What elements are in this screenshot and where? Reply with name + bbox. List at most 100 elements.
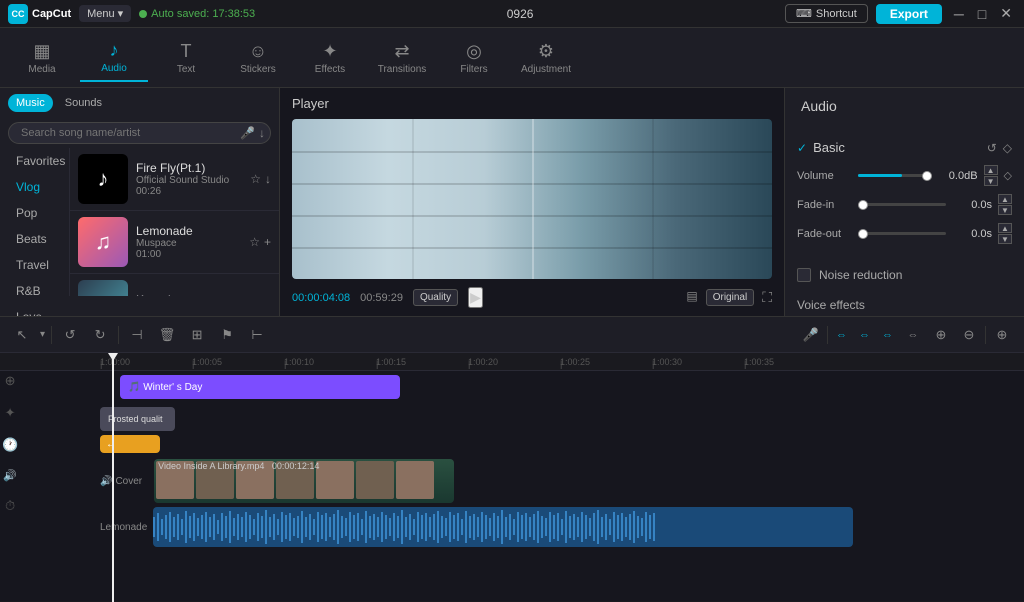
quality-button[interactable]: Quality: [413, 289, 458, 306]
list-item[interactable]: ♫ Lemonade Muspace 01:00 ☆ +: [70, 211, 279, 274]
tab-filters[interactable]: ◎ Filters: [440, 35, 508, 81]
song-thumbnail: ♫: [78, 217, 128, 267]
music-library-panel: Music Sounds 🎤 ↓ Favorites Vlog Pop Beat…: [0, 88, 280, 316]
list-item[interactable]: ♩ Kanari Official Sound ☆ +: [70, 274, 279, 296]
timer-icon[interactable]: ⏱: [5, 498, 15, 514]
cat-beats[interactable]: Beats: [0, 226, 69, 252]
speaker-icon[interactable]: 🔊: [3, 469, 17, 482]
volume-slider[interactable]: [858, 174, 932, 177]
track-1: 🎵 Winter' s Day: [100, 375, 1024, 403]
list-item[interactable]: ♪ Fire Fly(Pt.1) Official Sound Studio 0…: [70, 148, 279, 211]
close-button[interactable]: ✕: [996, 5, 1016, 22]
volume-reset-icon[interactable]: ◇: [1004, 169, 1012, 182]
volume-down[interactable]: ▼: [984, 176, 998, 186]
fadeout-up[interactable]: ▲: [998, 223, 1012, 233]
media-icon: ▦: [33, 41, 50, 62]
fadeout-down[interactable]: ▼: [998, 234, 1012, 244]
sounds-tab[interactable]: Sounds: [57, 94, 110, 112]
check-icon: ✓: [797, 141, 807, 155]
timeline-content: 1:00:00 1:00:05 1:00:10 1:00:15 1:00:20 …: [0, 353, 1024, 602]
settings-button[interactable]: ⊕: [990, 323, 1014, 347]
tab-text[interactable]: T Text: [152, 35, 220, 81]
song-duration: 00:26: [136, 186, 242, 197]
shortcut-button[interactable]: ⌨ Shortcut: [785, 4, 868, 23]
cursor-tool[interactable]: ↖: [10, 323, 34, 347]
group-button[interactable]: ⇔: [901, 323, 925, 347]
song-title: Kanari: [136, 293, 241, 297]
cat-pop[interactable]: Pop: [0, 200, 69, 226]
fadein-value: 0.0s: [952, 199, 992, 211]
add-song-icon[interactable]: +: [264, 235, 271, 249]
tab-audio[interactable]: ♪ Audio: [80, 34, 148, 82]
star-icon[interactable]: ☆: [250, 172, 261, 186]
cat-favorites[interactable]: Favorites: [0, 148, 69, 174]
titlebar-left: CC CapCut Menu ▾ Auto saved: 17:38:53: [8, 4, 255, 24]
undo-button[interactable]: ↺: [58, 323, 82, 347]
original-button[interactable]: Original: [706, 289, 754, 306]
cat-travel[interactable]: Travel: [0, 252, 69, 278]
song-thumbnail: ♪: [78, 154, 128, 204]
tab-stickers[interactable]: ☺ Stickers: [224, 35, 292, 81]
search-input[interactable]: [8, 122, 271, 144]
section-actions: ↺ ◇: [987, 141, 1012, 155]
fadein-slider[interactable]: [858, 203, 946, 206]
fadeout-slider[interactable]: [858, 232, 946, 235]
tab-effects[interactable]: ✦ Effects: [296, 35, 364, 81]
cat-love[interactable]: Love: [0, 304, 69, 316]
clip-video[interactable]: Video Inside A Library.mp4 00:00:12:14: [154, 459, 454, 503]
volume-up[interactable]: ▲: [984, 165, 998, 175]
star-side-icon[interactable]: ✦: [5, 405, 16, 421]
menu-button[interactable]: Menu ▾: [79, 5, 131, 22]
layers-icon[interactable]: ⊕: [5, 373, 16, 389]
tab-media[interactable]: ▦ Media: [8, 35, 76, 81]
maximize-button[interactable]: □: [974, 5, 990, 22]
lock-button[interactable]: ⇔: [878, 323, 897, 347]
play-button[interactable]: ▶: [468, 287, 483, 308]
fadein-down[interactable]: ▼: [998, 205, 1012, 215]
saved-dot: [139, 10, 147, 18]
download-song-icon[interactable]: ↓: [265, 172, 271, 186]
crop-button[interactable]: ⊞: [185, 323, 209, 347]
timeline-right-controls: 🎤 ⇔ ⇔ ⇔ ⇔ ⊕ ⊖ ⊕: [799, 323, 1014, 347]
tracks-container: 🎵 Winter' s Day Frosted qualit ←: [0, 371, 1024, 547]
info-icon[interactable]: ◇: [1003, 141, 1012, 155]
tab-adjustment[interactable]: ⚙ Adjustment: [512, 35, 580, 81]
playhead[interactable]: [112, 353, 114, 602]
export-button[interactable]: Export: [876, 4, 942, 24]
split-button[interactable]: ⊣: [125, 323, 149, 347]
redo-button[interactable]: ↻: [88, 323, 112, 347]
clip-winters-day[interactable]: 🎵 Winter' s Day: [120, 375, 400, 399]
clip-audio-lemonade[interactable]: [153, 507, 853, 547]
basic-section: ✓ Basic ↺ ◇ Volume 0.0dB ▲: [785, 132, 1024, 260]
volume-value: 0.0dB: [938, 170, 978, 182]
magnet-button[interactable]: ⇔: [855, 323, 874, 347]
delete-button[interactable]: 🗑: [155, 323, 179, 347]
audio-track-label: Lemonade: [100, 522, 147, 533]
tab-transitions[interactable]: ⇄ Transitions: [368, 35, 436, 81]
song-actions: ☆ +: [249, 235, 271, 249]
song-info: Lemonade Muspace 01:00: [136, 224, 241, 260]
cat-vlog[interactable]: Vlog: [0, 174, 69, 200]
flag-button[interactable]: ⚑: [215, 323, 239, 347]
clip-orange[interactable]: ←: [100, 435, 160, 453]
track-2: Frosted qualit: [100, 407, 1024, 431]
fadein-up[interactable]: ▲: [998, 194, 1012, 204]
noise-checkbox[interactable]: [797, 268, 811, 282]
zoom-out[interactable]: ⊖: [957, 323, 981, 347]
trim-button[interactable]: ⊢: [245, 323, 269, 347]
fullscreen-icon[interactable]: ⛶: [762, 289, 772, 306]
waveform-icon[interactable]: ▤: [686, 289, 697, 306]
clock-icon[interactable]: 🕐: [2, 437, 18, 453]
voice-effects-label: Voice effects: [797, 298, 865, 312]
zoom-in[interactable]: ⊕: [929, 323, 953, 347]
music-tab[interactable]: Music: [8, 94, 53, 112]
project-id: 0926: [507, 7, 534, 21]
reset-icon[interactable]: ↺: [987, 141, 997, 155]
cat-rnb[interactable]: R&B: [0, 278, 69, 304]
minimize-button[interactable]: ─: [950, 5, 968, 22]
logo-icon: CC: [8, 4, 28, 24]
link-button[interactable]: ⇔: [832, 323, 851, 347]
top-area: Music Sounds 🎤 ↓ Favorites Vlog Pop Beat…: [0, 88, 1024, 316]
mic-button[interactable]: 🎤: [799, 323, 823, 347]
star-icon[interactable]: ☆: [249, 235, 260, 249]
